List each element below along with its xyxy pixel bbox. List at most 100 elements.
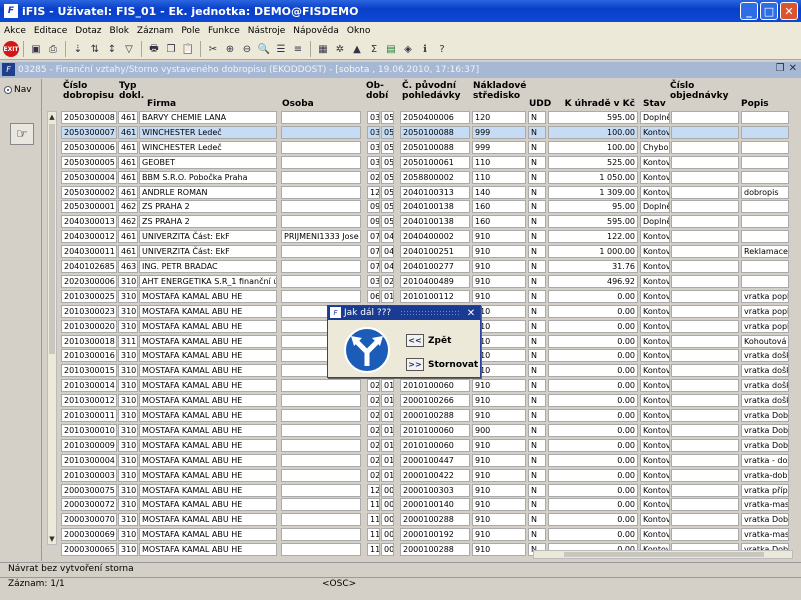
cell-puvodni[interactable]: 2000100140 bbox=[400, 498, 470, 512]
cell-osoba[interactable] bbox=[281, 394, 361, 408]
list-values-icon[interactable]: ≡ bbox=[290, 41, 306, 57]
cell-stav[interactable]: Kontov bbox=[640, 319, 670, 333]
cell-obdobi-mesic[interactable]: 06 bbox=[367, 289, 380, 303]
cell-cislo[interactable]: 2000300070 bbox=[61, 513, 117, 527]
table-row[interactable]: 2010300014 310 MOSTAFA KAMAL ABU HE 02 01 201… bbox=[61, 379, 791, 393]
cell-udd[interactable]: N bbox=[528, 170, 546, 184]
table-row[interactable]: 2050300002 461 ANDRLE ROMAN 12 05 2040100313 1… bbox=[61, 185, 791, 200]
cell-objednavky[interactable] bbox=[671, 289, 739, 303]
cell-k-uhrade[interactable]: 0.00 bbox=[548, 438, 638, 452]
cell-typ[interactable]: 461 bbox=[118, 185, 138, 199]
cell-popis[interactable] bbox=[741, 111, 789, 124]
cell-obdobi-rok[interactable]: 00 bbox=[381, 528, 394, 542]
cell-puvodni[interactable]: 2050100061 bbox=[400, 155, 470, 169]
cell-udd[interactable]: N bbox=[528, 468, 546, 482]
cell-stav[interactable]: Kontov bbox=[640, 423, 670, 437]
table-row[interactable]: 2000300075 310 MOSTAFA KAMAL ABU HE 12 00 200… bbox=[61, 483, 791, 498]
query-enter-icon[interactable]: ⇣ bbox=[70, 41, 86, 57]
table-row[interactable]: 2010300003 310 MOSTAFA KAMAL ABU HE 02 01 200… bbox=[61, 468, 791, 483]
cell-obdobi-mesic[interactable]: 03 bbox=[367, 155, 380, 169]
header-stav[interactable]: Stav bbox=[643, 99, 666, 109]
cell-cislo[interactable]: 2010300016 bbox=[61, 349, 117, 363]
cell-obdobi-rok[interactable]: 01 bbox=[381, 453, 394, 467]
cell-osoba[interactable] bbox=[281, 543, 361, 557]
cell-obdobi-rok[interactable]: 05 bbox=[381, 125, 394, 139]
header-k-uhrade[interactable]: K úhradě v Kč bbox=[553, 99, 635, 109]
cell-cislo[interactable]: 2040300011 bbox=[61, 245, 117, 259]
table-row[interactable]: 2000300070 310 MOSTAFA KAMAL ABU HE 11 00 200… bbox=[61, 513, 791, 527]
cell-typ[interactable]: 310 bbox=[118, 394, 138, 408]
cell-udd[interactable]: N bbox=[528, 245, 546, 259]
table-row[interactable]: 2040300013 462 ZS PRAHA 2 09 05 2040100138 160… bbox=[61, 215, 791, 229]
cell-nakladove[interactable]: 910 bbox=[472, 513, 526, 527]
cell-udd[interactable]: N bbox=[528, 349, 546, 363]
cell-objednavky[interactable] bbox=[671, 230, 739, 244]
cell-stav[interactable]: Kontov bbox=[640, 170, 670, 184]
printer-icon[interactable]: 🖶 bbox=[146, 41, 162, 57]
cell-obdobi-mesic[interactable]: 09 bbox=[367, 200, 380, 214]
cell-objednavky[interactable] bbox=[671, 349, 739, 363]
cell-udd[interactable]: N bbox=[528, 409, 546, 422]
header-objednavky[interactable]: Číslo objednávky bbox=[670, 81, 736, 101]
cell-puvodni[interactable]: 2040100313 bbox=[400, 185, 470, 199]
cell-obdobi-rok[interactable]: 04 bbox=[381, 230, 394, 244]
cell-osoba[interactable]: PRIJMENI1333 Jose bbox=[281, 230, 361, 244]
cell-udd[interactable]: N bbox=[528, 304, 546, 318]
cell-objednavky[interactable] bbox=[671, 334, 739, 348]
scroll-down-icon[interactable]: ▼ bbox=[48, 534, 56, 544]
cell-cislo[interactable]: 2050300001 bbox=[61, 200, 117, 214]
cell-obdobi-mesic[interactable]: 03 bbox=[367, 274, 380, 288]
cell-cislo[interactable]: 2010300009 bbox=[61, 438, 117, 452]
cell-stav[interactable]: Kontov bbox=[640, 274, 670, 288]
cell-osoba[interactable] bbox=[281, 483, 361, 497]
cell-popis[interactable] bbox=[741, 170, 789, 184]
table-row[interactable]: 2050300005 461 GEOBET 03 05 2050100061 110 N 525… bbox=[61, 155, 791, 170]
cell-osoba[interactable] bbox=[281, 125, 361, 139]
cell-obdobi-mesic[interactable]: 02 bbox=[367, 394, 380, 408]
cell-typ[interactable]: 463 bbox=[118, 260, 138, 273]
cell-firma[interactable]: UNIVERZITA Část: EkF bbox=[139, 230, 277, 244]
cell-udd[interactable]: N bbox=[528, 423, 546, 437]
cell-obdobi-rok[interactable]: 02 bbox=[381, 274, 394, 288]
cell-udd[interactable]: N bbox=[528, 513, 546, 527]
cell-obdobi-mesic[interactable]: 02 bbox=[367, 409, 380, 422]
cell-popis[interactable]: vratka popl. bbox=[741, 319, 789, 333]
cell-obdobi-mesic[interactable]: 11 bbox=[367, 543, 380, 557]
cell-udd[interactable]: N bbox=[528, 125, 546, 139]
save-icon[interactable]: ▣ bbox=[28, 41, 44, 57]
cell-obdobi-rok[interactable]: 01 bbox=[381, 423, 394, 437]
cell-obdobi-rok[interactable]: 01 bbox=[381, 409, 394, 422]
cell-nakladove[interactable]: 910 bbox=[472, 379, 526, 393]
cell-puvodni[interactable]: 2000100422 bbox=[400, 468, 470, 482]
cell-osoba[interactable] bbox=[281, 289, 361, 303]
cell-popis[interactable]: vratka Dobrc bbox=[741, 409, 789, 422]
menu-nastroje[interactable]: Nástroje bbox=[244, 26, 290, 36]
cell-nakladove[interactable]: 110 bbox=[472, 170, 526, 184]
help-icon[interactable]: ? bbox=[434, 41, 450, 57]
table-row[interactable]: 2010300011 310 MOSTAFA KAMAL ABU HE 02 01 200… bbox=[61, 409, 791, 423]
cell-obdobi-mesic[interactable]: 03 bbox=[367, 140, 380, 154]
cell-stav[interactable]: Doplně bbox=[640, 200, 670, 214]
cell-obdobi-rok[interactable]: 00 bbox=[381, 498, 394, 512]
menu-pole[interactable]: Pole bbox=[177, 26, 204, 36]
hand-pointer-icon[interactable]: ☞ bbox=[10, 123, 34, 145]
cell-osoba[interactable] bbox=[281, 215, 361, 229]
cell-firma[interactable]: MOSTAFA KAMAL ABU HE bbox=[139, 543, 277, 557]
cell-udd[interactable]: N bbox=[528, 215, 546, 229]
cell-nakladove[interactable]: 910 bbox=[472, 409, 526, 422]
cell-objednavky[interactable] bbox=[671, 245, 739, 259]
cell-obdobi-mesic[interactable]: 07 bbox=[367, 260, 380, 273]
cell-firma[interactable]: GEOBET bbox=[139, 155, 277, 169]
cell-puvodni[interactable]: 2000100192 bbox=[400, 528, 470, 542]
header-puvodni[interactable]: Č. původní pohledávky bbox=[402, 81, 470, 101]
cell-typ[interactable]: 310 bbox=[118, 453, 138, 467]
cell-obdobi-rok[interactable]: 05 bbox=[381, 111, 394, 124]
delete-icon[interactable]: ⊖ bbox=[239, 41, 255, 57]
header-osoba[interactable]: Osoba bbox=[282, 99, 314, 109]
cell-puvodni[interactable]: 2058800002 bbox=[400, 170, 470, 184]
cell-stav[interactable]: Kontov bbox=[640, 379, 670, 393]
print-icon[interactable]: ⎙ bbox=[45, 41, 61, 57]
cell-cislo[interactable]: 2050300008 bbox=[61, 111, 117, 124]
cell-puvodni[interactable]: 2010100060 bbox=[400, 423, 470, 437]
cell-k-uhrade[interactable]: 0.00 bbox=[548, 453, 638, 467]
